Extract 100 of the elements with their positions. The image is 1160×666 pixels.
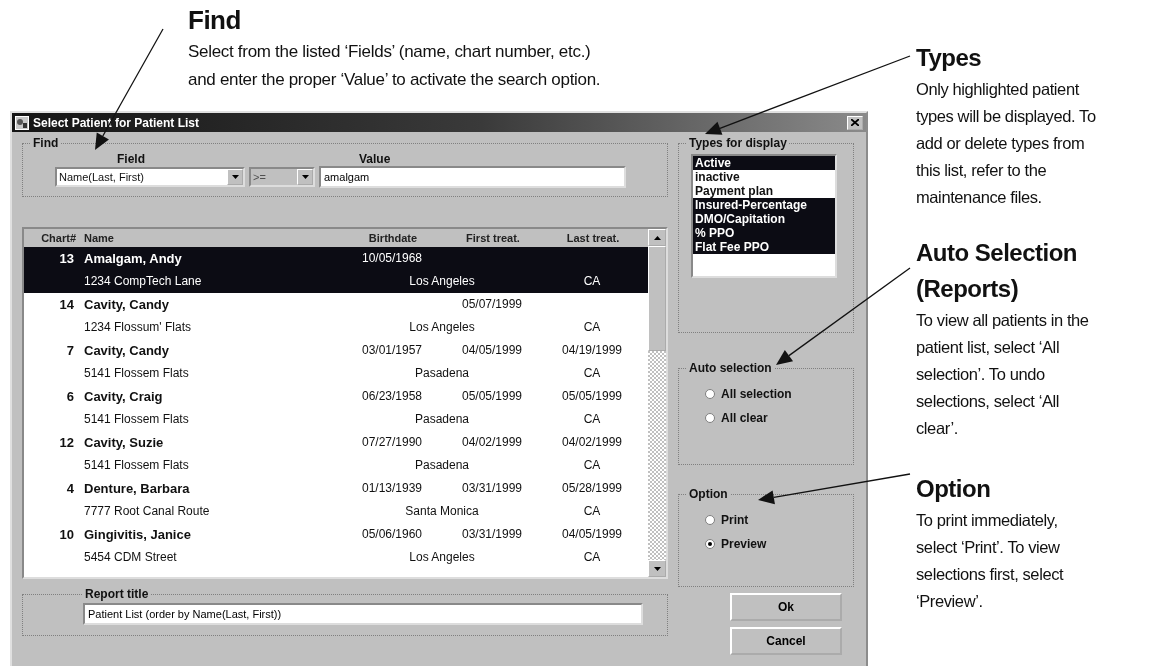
value-field[interactable]: amalgam [319,166,626,188]
patient-row[interactable]: 4 Denture, Barbara 01/13/1939 03/31/1999 05/28/1999 7777 Root Canal Route Santa Monica CA [24,477,648,523]
radio-button[interactable]: All selection [705,387,792,401]
down-arrow-icon [301,175,309,179]
report-title-field[interactable]: Patient List (order by Name(Last, First)) [83,603,643,625]
column-header[interactable]: Chart# [24,232,82,244]
last-treatment-date: 05/28/1999 [561,481,623,495]
first-treatment-date: 04/05/1999 [461,343,523,357]
callout-text: To print immediately, select ‘Print’. To view selections first, select ‘Preview’. [916,510,1065,612]
callout-text: To view all patients in the patient list, select ‘All selection’. To undo selections, select ‘All clear’. [916,310,1090,439]
address: 5141 Flossem Flats [83,458,190,472]
chart-number: 12 [58,434,75,450]
patient-row[interactable]: 7 Cavity, Candy 03/01/1957 04/05/1999 04/19/1999 5141 Flossem Flats Pasadena CA [24,339,648,385]
column-header[interactable]: Birthdate [342,232,442,244]
scroll-up-button[interactable] [648,229,666,246]
scroll-down-button[interactable] [648,560,666,577]
callout-title: Option [916,474,992,504]
type-item[interactable]: % PPO [693,226,835,240]
radio-button[interactable]: All clear [705,411,768,425]
type-item[interactable]: Payment plan [693,184,835,198]
patient-name: Denture, Barbara [83,480,191,496]
type-item[interactable]: Insured-Percentage [693,198,835,212]
radio-button[interactable]: Print [705,513,749,527]
birthdate: 05/06/1960 [361,527,423,541]
first-treatment-date: 03/31/1999 [461,527,523,541]
column-header[interactable]: Name [82,232,342,244]
patient-name: Gingivitis, Janice [83,526,192,542]
city: Los Angeles [409,320,475,334]
cancel-button[interactable]: Cancel [730,627,842,655]
birthdate: 03/01/1957 [361,343,423,357]
birthdate: 06/23/1958 [361,389,423,403]
chart-number: 10 [58,526,75,542]
app-icon [15,115,29,130]
group-label: Report title [84,587,150,601]
address: 1234 Flossum' Flats [83,320,192,334]
group-label: Option [688,487,729,501]
state: CA [583,458,601,472]
group-label: Auto selection [688,361,773,375]
down-arrow-icon [653,566,661,571]
group-label: Types for display [688,136,788,150]
city: Los Angeles [409,550,475,564]
patient-name: Cavity, Craig [83,388,164,404]
callout-text: Select from the listed ‘Fields’ (name, chart number, etc.) and enter the proper ‘Value’ to activate the search option. [188,41,602,91]
patient-name: Cavity, Candy [83,296,170,312]
last-treatment-date: 04/05/1999 [561,527,623,541]
birthdate: 01/13/1939 [361,481,423,495]
down-arrow-icon [231,175,239,179]
address: 5141 Flossem Flats [83,366,190,380]
state: CA [583,274,601,288]
city: Los Angeles [409,274,475,288]
address: 1234 CompTech Lane [83,274,203,288]
city: Santa Monica [405,504,479,518]
patient-row[interactable]: 14 Cavity, Candy 05/07/1999 1234 Flossum' Flats Los Angeles CA [24,293,648,339]
patient-name: Cavity, Candy [83,342,170,358]
address: 5454 CDM Street [83,550,178,564]
ok-button[interactable]: Ok [730,593,842,621]
patient-row[interactable]: 10 Gingivitis, Janice 05/06/1960 03/31/1999 04/05/1999 5454 CDM Street Los Angeles CA [24,523,648,569]
callout-title: Types [916,43,983,73]
city: Pasadena [414,458,469,472]
last-treatment-date: 04/19/1999 [561,343,623,357]
birthdate: 10/05/1968 [361,251,423,265]
chart-number: 13 [58,250,75,266]
patient-row[interactable]: 12 Cavity, Suzie 07/27/1990 04/02/1999 04/02/1999 5141 Flossem Flats Pasadena CA [24,431,648,477]
type-item[interactable]: inactive [693,170,835,184]
field-label: Field [116,152,146,166]
chart-number: 14 [58,296,75,312]
state: CA [583,550,601,564]
close-button[interactable] [847,115,863,130]
patient-row[interactable]: 13 Amalgam, Andy 10/05/1968 1234 CompTech Lane Los Angeles CA [24,247,648,293]
last-treatment-date: 04/02/1999 [561,435,623,449]
patient-name: Cavity, Suzie [83,434,165,450]
scroll-thumb[interactable] [648,246,666,351]
column-header[interactable]: First treat. [442,232,542,244]
type-item[interactable]: DMO/Capitation [693,212,835,226]
last-treatment-date: 05/05/1999 [561,389,623,403]
address: 5141 Flossem Flats [83,412,190,426]
column-header[interactable]: Last treat. [542,232,642,244]
patient-row[interactable]: 6 Cavity, Craig 06/23/1958 05/05/1999 05/05/1999 5141 Flossem Flats Pasadena CA [24,385,648,431]
state: CA [583,320,601,334]
state: CA [583,366,601,380]
callout-title: Auto Selection (Reports) [916,238,1078,304]
value-label: Value [358,152,392,166]
chart-number: 4 [65,480,75,496]
state: CA [583,412,601,426]
first-treatment-date: 05/05/1999 [461,389,523,403]
birthdate: 07/27/1990 [361,435,423,449]
city: Pasadena [414,366,469,380]
radio-button[interactable]: Preview [705,537,767,551]
address: 7777 Root Canal Route [83,504,211,518]
first-treatment-date: 03/31/1999 [461,481,523,495]
field-dropdown[interactable]: Name(Last, First) [55,167,245,187]
type-item[interactable]: Flat Fee PPO [693,240,835,254]
type-item[interactable]: Active [693,156,835,170]
scrollbar[interactable] [648,229,666,577]
state: CA [583,504,601,518]
up-arrow-icon [653,235,661,240]
patient-name: Amalgam, Andy [83,250,183,266]
close-icon [851,119,859,126]
callout-title: Find [188,4,242,36]
group-label: Find [32,136,60,150]
